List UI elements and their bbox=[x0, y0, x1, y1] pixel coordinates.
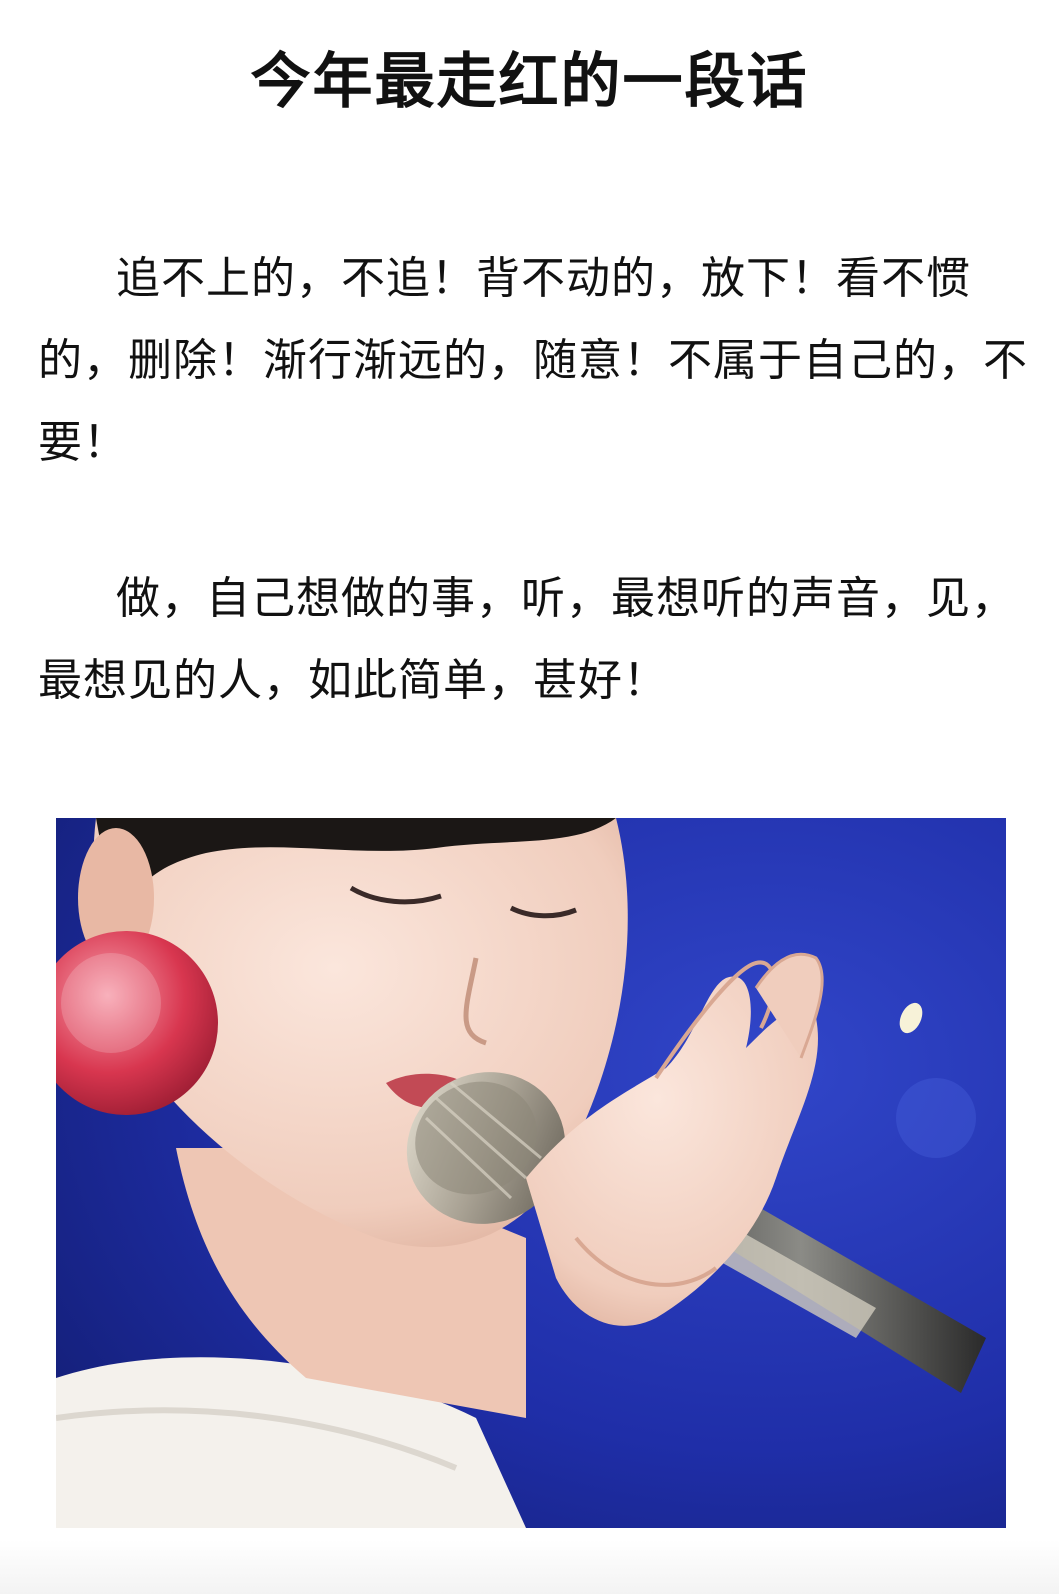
singer-illustration bbox=[56, 818, 1006, 1528]
quote-paragraph-2: 做，自己想做的事，听，最想听的声音，见，最想见的人，如此简单，甚好！ bbox=[38, 573, 1016, 706]
singer-photo bbox=[56, 818, 1006, 1528]
bottom-margin bbox=[0, 1540, 1059, 1594]
quote-paragraph-1: 追不上的，不追！背不动的，放下！看不惯的，删除！渐行渐远的，随意！不属于自己的，… bbox=[38, 253, 1028, 468]
page-title: 今年最走红的一段话 bbox=[250, 47, 809, 117]
